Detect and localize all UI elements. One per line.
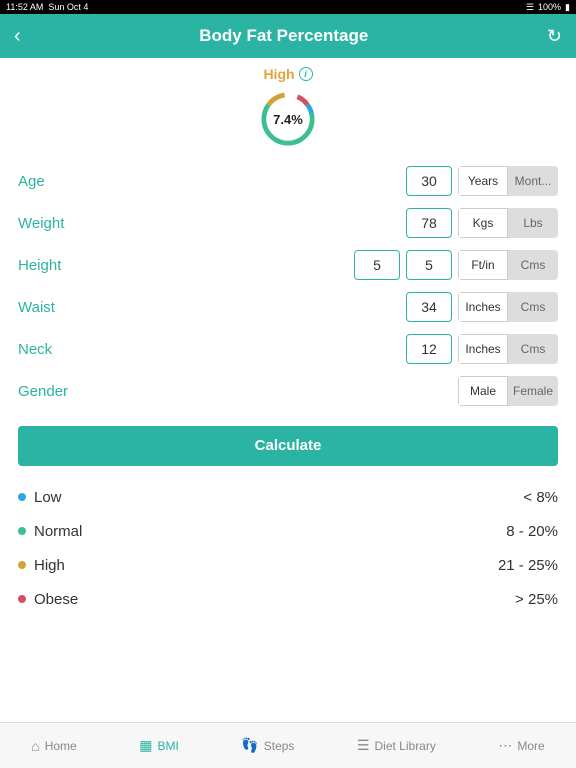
height-in-input[interactable] xyxy=(406,250,452,280)
neck-input[interactable] xyxy=(406,334,452,364)
result-category: High i xyxy=(263,66,312,82)
status-bar: 11:52 AM Sun Oct 4 ☰ 100% ▮ xyxy=(0,0,576,14)
status-time: 11:52 AM Sun Oct 4 xyxy=(6,2,88,12)
height-unit-ftin[interactable]: Ft/in xyxy=(458,250,508,280)
legend-row-high: High 21 - 25% xyxy=(18,548,558,582)
height-unit-toggle[interactable]: Ft/in Cms xyxy=(458,250,558,280)
tab-label: Diet Library xyxy=(375,739,436,753)
tab-label: Steps xyxy=(264,739,295,753)
page-title: Body Fat Percentage xyxy=(199,26,368,46)
height-ft-input[interactable] xyxy=(354,250,400,280)
gender-toggle[interactable]: Male Female xyxy=(458,376,558,406)
grid-icon: ▦ xyxy=(139,737,152,754)
weight-input[interactable] xyxy=(406,208,452,238)
result-category-text: High xyxy=(263,66,294,82)
legend-name: Obese xyxy=(34,591,78,608)
age-label: Age xyxy=(18,173,45,190)
refresh-button[interactable]: ↻ xyxy=(547,26,562,47)
age-unit-years[interactable]: Years xyxy=(458,166,508,196)
list-icon: ☰ xyxy=(357,737,370,754)
result-value: 7.4% xyxy=(259,90,317,148)
neck-unit-cms[interactable]: Cms xyxy=(508,334,558,364)
row-gender: Gender Male Female xyxy=(18,370,558,412)
neck-unit-inches[interactable]: Inches xyxy=(458,334,508,364)
tab-bmi[interactable]: ▦ BMI xyxy=(139,737,179,754)
waist-unit-cms[interactable]: Cms xyxy=(508,292,558,322)
legend-name: High xyxy=(34,557,65,574)
battery-level: 100% xyxy=(538,2,561,12)
weight-unit-toggle[interactable]: Kgs Lbs xyxy=(458,208,558,238)
height-unit-cms[interactable]: Cms xyxy=(508,250,558,280)
dot-icon xyxy=(18,561,26,569)
neck-unit-toggle[interactable]: Inches Cms xyxy=(458,334,558,364)
form: Age Years Mont... Weight Kgs Lbs Height … xyxy=(0,148,576,418)
dot-icon xyxy=(18,493,26,501)
status-right: ☰ 100% ▮ xyxy=(526,2,570,13)
row-weight: Weight Kgs Lbs xyxy=(18,202,558,244)
tab-more[interactable]: ⋯ More xyxy=(498,737,544,754)
waist-unit-inches[interactable]: Inches xyxy=(458,292,508,322)
waist-label: Waist xyxy=(18,299,55,316)
legend-row-obese: Obese > 25% xyxy=(18,582,558,616)
gender-female[interactable]: Female xyxy=(508,376,558,406)
gender-male[interactable]: Male xyxy=(458,376,508,406)
legend-range: < 8% xyxy=(523,489,558,506)
waist-unit-toggle[interactable]: Inches Cms xyxy=(458,292,558,322)
dot-icon xyxy=(18,527,26,535)
height-label: Height xyxy=(18,257,61,274)
row-neck: Neck Inches Cms xyxy=(18,328,558,370)
weight-unit-kgs[interactable]: Kgs xyxy=(458,208,508,238)
legend-row-normal: Normal 8 - 20% xyxy=(18,514,558,548)
foot-icon: 👣 xyxy=(241,737,258,754)
result-area: High i 7.4% xyxy=(0,58,576,148)
weight-label: Weight xyxy=(18,215,64,232)
tab-label: BMI xyxy=(157,739,178,753)
wifi-icon: ☰ xyxy=(526,2,534,13)
gender-label: Gender xyxy=(18,383,68,400)
row-waist: Waist Inches Cms xyxy=(18,286,558,328)
header: ‹ Body Fat Percentage ↻ xyxy=(0,14,576,58)
tab-label: More xyxy=(517,739,544,753)
calculate-button[interactable]: Calculate xyxy=(18,426,558,466)
result-donut: 7.4% xyxy=(259,90,317,148)
info-icon[interactable]: i xyxy=(299,67,313,81)
tab-label: Home xyxy=(45,739,77,753)
legend-row-low: Low < 8% xyxy=(18,480,558,514)
weight-unit-lbs[interactable]: Lbs xyxy=(508,208,558,238)
age-unit-months[interactable]: Mont... xyxy=(508,166,558,196)
age-input[interactable] xyxy=(406,166,452,196)
row-age: Age Years Mont... xyxy=(18,160,558,202)
home-icon: ⌂ xyxy=(31,738,39,754)
neck-label: Neck xyxy=(18,341,52,358)
back-button[interactable]: ‹ xyxy=(14,25,21,48)
legend-name: Low xyxy=(34,489,62,506)
legend: Low < 8% Normal 8 - 20% High 21 - 25% Ob… xyxy=(0,476,576,620)
legend-range: > 25% xyxy=(515,591,558,608)
tab-bar: ⌂ Home ▦ BMI 👣 Steps ☰ Diet Library ⋯ More xyxy=(0,722,576,768)
dot-icon xyxy=(18,595,26,603)
tab-steps[interactable]: 👣 Steps xyxy=(241,737,294,754)
legend-name: Normal xyxy=(34,523,82,540)
battery-icon: ▮ xyxy=(565,2,570,13)
tab-diet[interactable]: ☰ Diet Library xyxy=(357,737,436,754)
row-height: Height Ft/in Cms xyxy=(18,244,558,286)
tab-home[interactable]: ⌂ Home xyxy=(31,738,76,754)
more-icon: ⋯ xyxy=(498,737,512,754)
waist-input[interactable] xyxy=(406,292,452,322)
legend-range: 8 - 20% xyxy=(506,523,558,540)
legend-range: 21 - 25% xyxy=(498,557,558,574)
age-unit-toggle[interactable]: Years Mont... xyxy=(458,166,558,196)
